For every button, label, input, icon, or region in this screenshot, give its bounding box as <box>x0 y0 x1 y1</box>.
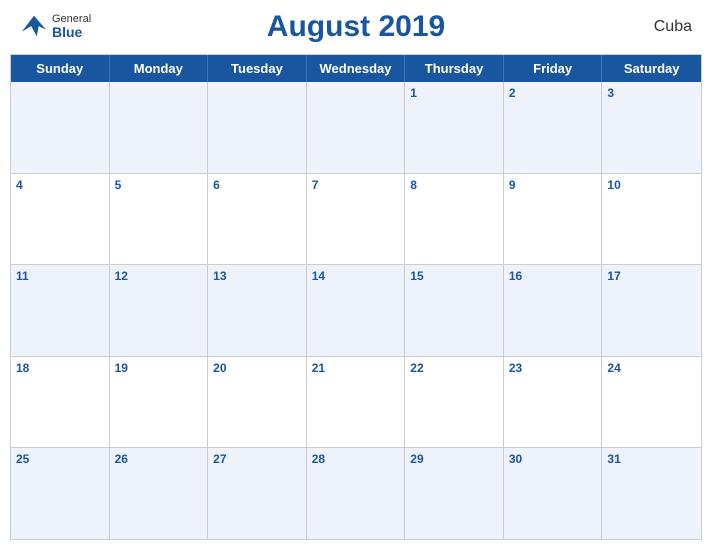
day-number: 28 <box>312 452 325 466</box>
logo-blue: Blue <box>52 25 91 40</box>
day-number: 23 <box>509 361 522 375</box>
day-header-monday: Monday <box>110 55 209 82</box>
day-header-wednesday: Wednesday <box>307 55 406 82</box>
day-cell: 10 <box>602 174 701 265</box>
day-number: 1 <box>410 86 417 100</box>
day-number: 11 <box>16 269 29 283</box>
day-cell: 8 <box>405 174 504 265</box>
day-cell: 27 <box>208 448 307 539</box>
week-row: 18 19 20 21 22 23 24 <box>11 357 701 449</box>
day-number: 15 <box>410 269 423 283</box>
day-cell <box>110 82 209 173</box>
day-number: 31 <box>607 452 620 466</box>
day-number: 12 <box>115 269 128 283</box>
day-number: 13 <box>213 269 226 283</box>
day-cell: 16 <box>504 265 603 356</box>
day-cell: 26 <box>110 448 209 539</box>
day-header-friday: Friday <box>504 55 603 82</box>
day-number: 6 <box>213 178 220 192</box>
day-cell <box>307 82 406 173</box>
day-number: 10 <box>607 178 620 192</box>
logo: General Blue <box>20 13 91 41</box>
day-number: 16 <box>509 269 522 283</box>
day-number: 17 <box>607 269 620 283</box>
day-cell: 2 <box>504 82 603 173</box>
day-cell: 25 <box>11 448 110 539</box>
day-cell: 6 <box>208 174 307 265</box>
day-number: 4 <box>16 178 23 192</box>
day-number: 30 <box>509 452 522 466</box>
day-number: 21 <box>312 361 325 375</box>
week-row: 1 2 3 <box>11 82 701 174</box>
day-header-saturday: Saturday <box>602 55 701 82</box>
day-cell: 31 <box>602 448 701 539</box>
day-number: 8 <box>410 178 417 192</box>
day-number: 24 <box>607 361 620 375</box>
day-cell: 7 <box>307 174 406 265</box>
day-cell: 28 <box>307 448 406 539</box>
day-header-tuesday: Tuesday <box>208 55 307 82</box>
day-cell: 17 <box>602 265 701 356</box>
day-number: 7 <box>312 178 319 192</box>
day-number: 9 <box>509 178 516 192</box>
week-row: 4 5 6 7 8 9 10 <box>11 174 701 266</box>
day-cell: 3 <box>602 82 701 173</box>
day-number: 26 <box>115 452 128 466</box>
day-cell: 21 <box>307 357 406 448</box>
calendar-title: August 2019 <box>267 10 445 44</box>
day-number: 20 <box>213 361 226 375</box>
day-cell: 13 <box>208 265 307 356</box>
calendar-header: General Blue August 2019 Cuba <box>0 0 712 54</box>
day-number: 2 <box>509 86 516 100</box>
day-cell: 12 <box>110 265 209 356</box>
day-number: 5 <box>115 178 122 192</box>
day-cell: 18 <box>11 357 110 448</box>
day-cell: 19 <box>110 357 209 448</box>
calendar-grid: SundayMondayTuesdayWednesdayThursdayFrid… <box>10 54 702 540</box>
day-cell: 24 <box>602 357 701 448</box>
day-cell <box>208 82 307 173</box>
day-cell <box>11 82 110 173</box>
day-cell: 29 <box>405 448 504 539</box>
week-row: 25 26 27 28 29 30 31 <box>11 448 701 539</box>
day-cell: 1 <box>405 82 504 173</box>
day-cell: 4 <box>11 174 110 265</box>
day-number: 3 <box>607 86 614 100</box>
day-cell: 23 <box>504 357 603 448</box>
day-cell: 20 <box>208 357 307 448</box>
day-number: 19 <box>115 361 128 375</box>
day-number: 25 <box>16 452 29 466</box>
country-label: Cuba <box>654 18 692 36</box>
day-cell: 15 <box>405 265 504 356</box>
day-headers-row: SundayMondayTuesdayWednesdayThursdayFrid… <box>11 55 701 82</box>
day-header-sunday: Sunday <box>11 55 110 82</box>
day-cell: 11 <box>11 265 110 356</box>
day-number: 18 <box>16 361 29 375</box>
day-cell: 5 <box>110 174 209 265</box>
day-cell: 30 <box>504 448 603 539</box>
day-header-thursday: Thursday <box>405 55 504 82</box>
day-cell: 22 <box>405 357 504 448</box>
day-cell: 14 <box>307 265 406 356</box>
logo-bird-icon <box>20 13 48 41</box>
day-number: 22 <box>410 361 423 375</box>
logo-text: General Blue <box>52 13 91 40</box>
week-row: 11 12 13 14 15 16 17 <box>11 265 701 357</box>
day-number: 27 <box>213 452 226 466</box>
day-number: 14 <box>312 269 325 283</box>
day-number: 29 <box>410 452 423 466</box>
calendar-weeks: 1234567891011121314151617181920212223242… <box>11 82 701 539</box>
day-cell: 9 <box>504 174 603 265</box>
